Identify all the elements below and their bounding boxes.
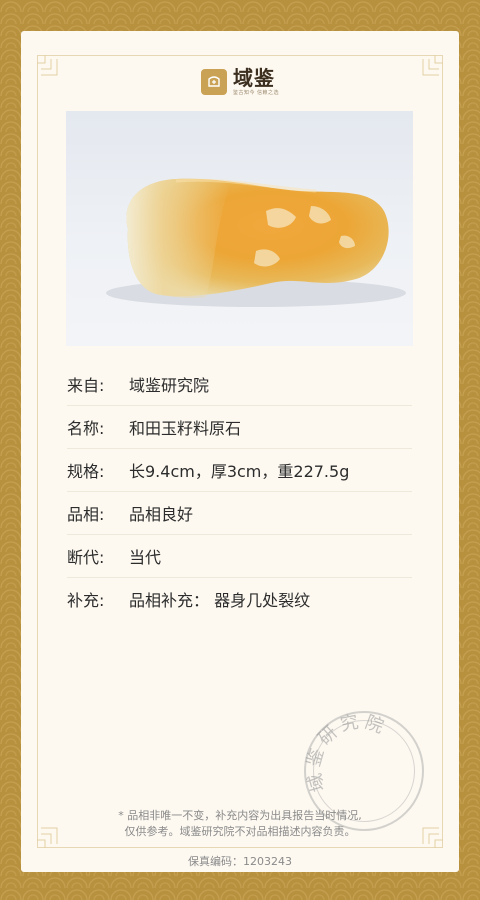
detail-list: 来自: 域鉴研究院 名称: 和田玉籽料原石 规格: 长9.4cm，厚3cm，重2… — [67, 363, 412, 620]
row-label: 品相: — [67, 505, 105, 524]
row-label: 名称: — [67, 419, 105, 438]
row-label: 断代: — [67, 548, 105, 567]
logo-icon — [200, 68, 227, 95]
row-value: 品相良好 — [129, 505, 194, 524]
detail-row-source: 来自: 域鉴研究院 — [67, 363, 412, 406]
certificate-card: 域鉴 鉴古知今 信赖之选 来自: 域鉴研究院 名称: 和田玉籽料原石 规格: 长… — [21, 31, 459, 872]
row-label: 补充: — [67, 591, 105, 610]
detail-row-period: 断代: 当代 — [67, 535, 412, 578]
row-value: 和田玉籽料原石 — [129, 419, 242, 438]
brand-logo: 域鉴 鉴古知今 信赖之选 — [21, 67, 459, 96]
row-value: 品相补充： 器身几处裂纹 — [129, 591, 311, 610]
disclaimer-note: * 品相非唯一不变，补充内容为出具报告当时情况, 仅供参考。域鉴研究院不对品相描… — [61, 808, 419, 840]
row-label: 来自: — [67, 376, 105, 395]
brand-tagline: 鉴古知今 信赖之选 — [232, 90, 280, 96]
detail-row-name: 名称: 和田玉籽料原石 — [67, 406, 412, 449]
detail-row-condition: 品相: 品相良好 — [67, 492, 412, 535]
seal-text: 域鉴研究院 — [304, 711, 386, 794]
row-value: 当代 — [129, 548, 162, 567]
serial-code: 保真编码：1203243 — [188, 855, 292, 868]
row-value: 域鉴研究院 — [129, 376, 210, 395]
row-value: 长9.4cm，厚3cm，重227.5g — [129, 462, 350, 481]
disclaimer-line-2: 仅供参考。域鉴研究院不对品相描述内容负责。 — [124, 825, 356, 838]
svg-text:域鉴研究院: 域鉴研究院 — [304, 711, 390, 794]
detail-row-spec: 规格: 长9.4cm，厚3cm，重227.5g — [67, 449, 412, 492]
row-label: 规格: — [67, 462, 105, 481]
product-photo — [66, 111, 413, 346]
disclaimer-line-1: * 品相非唯一不变，补充内容为出具报告当时情况, — [118, 809, 362, 822]
detail-row-supplement: 补充: 品相补充： 器身几处裂纹 — [67, 578, 412, 620]
brand-name: 域鉴 — [232, 66, 275, 90]
